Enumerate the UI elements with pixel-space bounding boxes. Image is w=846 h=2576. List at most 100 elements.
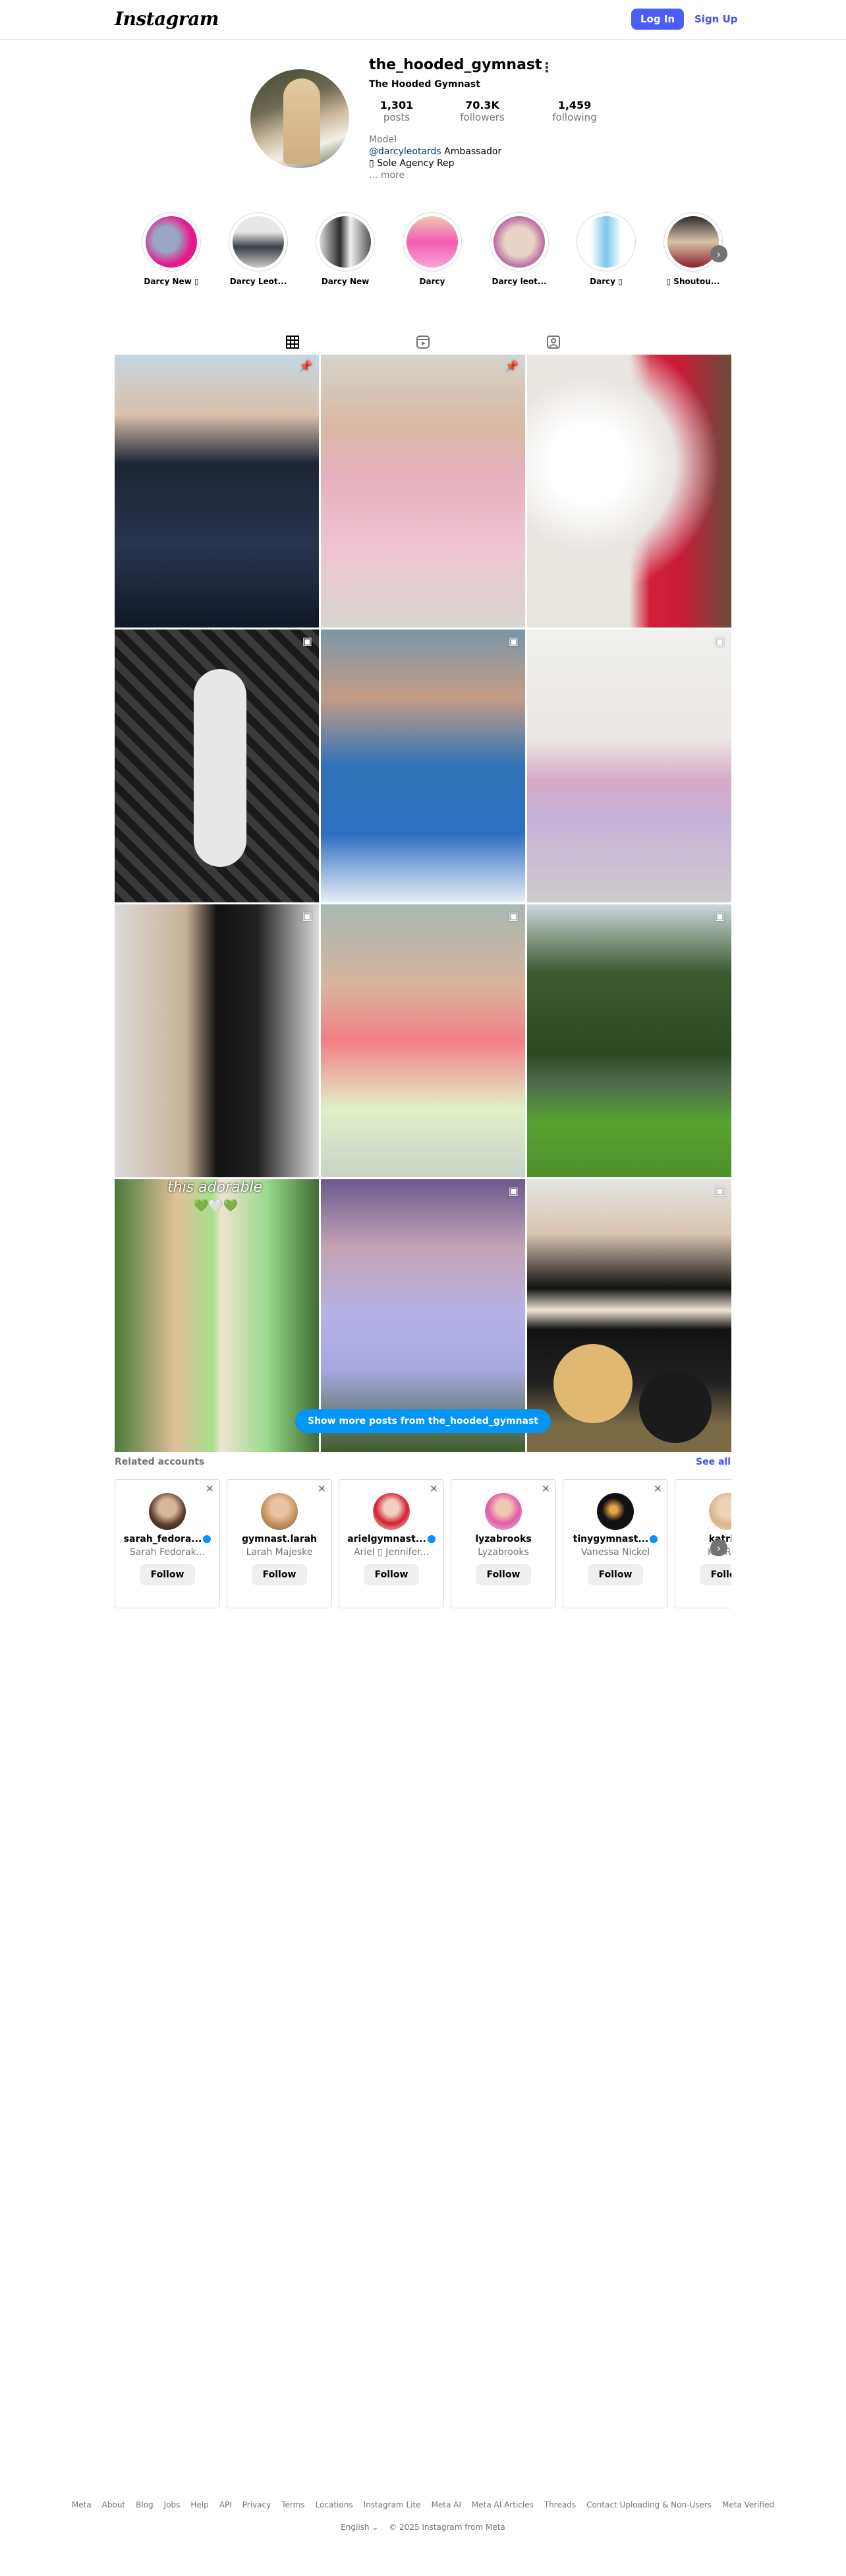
post-tile[interactable]: ▣ <box>115 904 319 1177</box>
footer-link[interactable]: Terms <box>281 2500 304 2509</box>
stat-followers[interactable]: 70.3K followers <box>455 99 510 123</box>
close-icon[interactable]: ✕ <box>542 1482 550 1495</box>
tab-reels[interactable] <box>403 330 443 355</box>
stat-following[interactable]: 1,459 following <box>547 99 602 123</box>
avatar[interactable] <box>485 1493 522 1530</box>
post-tile[interactable]: 📌 <box>321 355 525 628</box>
tagged-icon <box>547 336 560 349</box>
post-tile[interactable]: ▣ <box>115 629 319 902</box>
highlight-ring <box>142 212 201 272</box>
highlight-item[interactable]: Darcy New <box>316 212 375 286</box>
related-account-card[interactable]: ✕ lyzabrooks Lyzabrooks Follow <box>451 1479 556 1608</box>
footer-link[interactable]: About <box>102 2500 125 2509</box>
footer-link[interactable]: Threads <box>544 2500 576 2509</box>
highlights-next-icon[interactable]: › <box>710 245 727 262</box>
post-tile[interactable]: ▣ <box>527 1179 731 1452</box>
follow-button[interactable]: Follow <box>700 1564 731 1585</box>
related-username[interactable]: lyzabrooks <box>451 1534 555 1544</box>
footer-link[interactable]: Blog <box>136 2500 154 2509</box>
avatar[interactable] <box>709 1493 731 1530</box>
related-account-card[interactable]: ✕ gymnast.larah Larah Majeske Follow <box>227 1479 332 1608</box>
post-tile[interactable]: ▣ <box>321 904 525 1177</box>
post-tile[interactable]: ▣ <box>527 629 731 902</box>
related-username[interactable]: tinygymnast... <box>563 1534 667 1544</box>
see-all-link[interactable]: See all <box>696 1457 731 1467</box>
highlight-item[interactable]: Darcy leot... <box>490 212 549 286</box>
footer-link[interactable]: Help <box>190 2500 208 2509</box>
follow-button[interactable]: Follow <box>476 1564 531 1585</box>
highlight-label: ▯ Shoutou... <box>666 277 720 286</box>
grid-icon <box>286 336 299 349</box>
related-username[interactable]: arielgymnast... <box>339 1534 443 1544</box>
post-tile[interactable] <box>527 355 731 628</box>
instagram-logo[interactable]: Instagram <box>115 8 219 30</box>
pin-icon: 📌 <box>505 360 519 372</box>
bio-mention-suffix: Ambassador <box>441 146 502 157</box>
highlight-item[interactable]: Darcy New ▯ <box>142 212 201 286</box>
bio-more-link[interactable]: ... more <box>369 170 405 181</box>
highlight-item[interactable]: Darcy Leot... <box>229 212 288 286</box>
related-account-card[interactable]: ✕ tinygymnast... Vanessa Nickel Follow <box>563 1479 668 1608</box>
related-fullname: Vanessa Nickel <box>580 1547 650 1558</box>
avatar[interactable] <box>597 1493 634 1530</box>
reel-icon: ▣ <box>714 1185 725 1197</box>
close-icon[interactable]: ✕ <box>318 1482 326 1495</box>
related-accounts-title: Related accounts <box>115 1457 205 1467</box>
profile-avatar[interactable] <box>250 69 349 168</box>
footer-link[interactable]: API <box>219 2500 232 2509</box>
footer-link[interactable]: Meta AI Articles <box>472 2500 534 2509</box>
related-account-card[interactable]: ✕ sarah_fedora... Sarah Fedorak... Follo… <box>115 1479 220 1608</box>
related-username[interactable]: sarah_fedora... <box>115 1534 219 1544</box>
tab-posts[interactable] <box>273 330 312 356</box>
follow-button[interactable]: Follow <box>364 1564 419 1585</box>
footer-link[interactable]: Contact Uploading & Non-Users <box>586 2500 712 2509</box>
language-selector[interactable]: English ⌄ <box>341 2523 378 2532</box>
pin-icon: 📌 <box>299 360 312 372</box>
follow-button[interactable]: Follow <box>252 1564 307 1585</box>
tab-tagged[interactable] <box>534 330 573 355</box>
follow-button[interactable]: Follow <box>140 1564 195 1585</box>
related-account-card[interactable]: ✕ arielgymnast... Ariel ▯ Jennifer... Fo… <box>339 1479 444 1608</box>
post-overlay-text: this adorable <box>167 1179 263 1196</box>
footer-link[interactable]: Jobs <box>164 2500 181 2509</box>
profile-username: the_hooded_gymnast <box>369 57 542 73</box>
profile-full-name: The Hooded Gymnast <box>369 79 480 90</box>
footer-link[interactable]: Instagram Lite <box>364 2500 421 2509</box>
footer-link[interactable]: Locations <box>316 2500 353 2509</box>
related-fullname: Sarah Fedorak... <box>129 1547 206 1558</box>
close-icon[interactable]: ✕ <box>206 1482 214 1495</box>
reel-icon: ▣ <box>302 910 312 922</box>
highlight-ring <box>663 212 723 272</box>
highlight-label: Darcy New ▯ <box>144 277 199 286</box>
avatar[interactable] <box>373 1493 410 1530</box>
highlight-item[interactable]: Darcy ▯ <box>577 212 636 286</box>
signup-link[interactable]: Sign Up <box>694 13 738 25</box>
footer-link[interactable]: Meta Verified <box>722 2500 774 2509</box>
close-icon[interactable]: ✕ <box>430 1482 438 1495</box>
reel-icon: ▣ <box>508 1185 519 1197</box>
follow-button[interactable]: Follow <box>588 1564 643 1585</box>
avatar[interactable] <box>149 1493 186 1530</box>
related-fullname: Larah Majeske <box>246 1547 313 1558</box>
post-tile[interactable]: this adorable 💚🤍💚 <box>115 1179 319 1452</box>
footer-link[interactable]: Privacy <box>242 2500 271 2509</box>
login-button[interactable]: Log In <box>631 9 684 30</box>
footer-link[interactable]: Meta <box>72 2500 92 2509</box>
more-options-icon[interactable]: ⋮ <box>540 59 553 75</box>
post-tile[interactable]: 📌 <box>115 355 319 628</box>
close-icon[interactable]: ✕ <box>654 1482 662 1495</box>
highlight-item[interactable]: Darcy <box>403 212 462 286</box>
avatar[interactable] <box>261 1493 298 1530</box>
top-bar: Instagram Log In Sign Up <box>0 0 846 40</box>
profile-category: Model <box>369 134 397 145</box>
related-fullname: Lyzabrooks <box>478 1547 529 1558</box>
related-next-icon[interactable]: › <box>710 1539 727 1556</box>
bio-line-2: ▯ Sole Agency Rep <box>369 158 455 169</box>
post-tile[interactable]: ▣ <box>321 629 525 902</box>
bio-mention-link[interactable]: @darcyleotards <box>369 146 441 157</box>
show-more-posts-button[interactable]: Show more posts from the_hooded_gymnast <box>295 1409 551 1433</box>
footer-link[interactable]: Meta AI <box>432 2500 461 2509</box>
related-username[interactable]: gymnast.larah <box>227 1534 331 1544</box>
post-tile[interactable]: ▣ <box>527 904 731 1177</box>
reel-icon: ▣ <box>714 910 725 922</box>
